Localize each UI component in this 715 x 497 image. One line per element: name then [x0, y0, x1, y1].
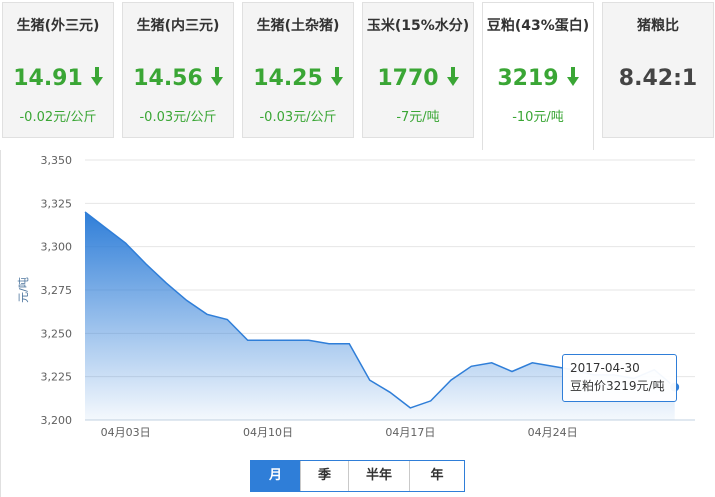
card-price: 14.25	[253, 66, 323, 91]
card-change: -0.03元/公斤	[259, 110, 337, 125]
card-soybean-meal[interactable]: 豆粕(43%蛋白) 3219 -10元/吨	[482, 2, 594, 150]
down-arrow-icon	[446, 67, 459, 86]
tooltip-value: 豆粕价3219元/吨	[570, 379, 665, 393]
y-tick-label: 3,300	[41, 241, 73, 254]
y-tick-label: 3,250	[41, 327, 73, 340]
range-tabs: 月 季 半年 年	[250, 460, 465, 492]
card-name: 生猪(土杂猪)	[256, 18, 340, 34]
card-change: -0.03元/公斤	[139, 110, 217, 125]
card-name: 玉米(15%水分)	[366, 18, 470, 34]
y-axis-labels: 3,350 3,325 3,300 3,275 3,250 3,225 3,200	[41, 154, 73, 427]
y-tick-label: 3,275	[41, 284, 73, 297]
card-name: 豆粕(43%蛋白)	[486, 18, 590, 34]
card-change: -0.02元/公斤	[19, 110, 97, 125]
card-price: 14.91	[13, 66, 83, 91]
y-tick-label: 3,225	[41, 371, 73, 384]
chart-tooltip: 2017-04-30 豆粕价3219元/吨	[562, 354, 677, 402]
x-tick-label: 04月17日	[385, 426, 435, 439]
y-axis-title: 元/吨	[17, 277, 30, 303]
down-arrow-icon	[90, 67, 103, 86]
card-pig-grain-ratio[interactable]: 猪粮比 8.42:1	[602, 2, 714, 138]
range-tab-quarter[interactable]: 季	[301, 461, 349, 491]
y-tick-label: 3,200	[41, 414, 73, 427]
range-tab-month[interactable]: 月	[251, 461, 301, 491]
down-arrow-icon	[330, 67, 343, 86]
card-ratio: 8.42:1	[618, 66, 698, 91]
card-change: -7元/吨	[396, 110, 440, 125]
tooltip-date: 2017-04-30	[570, 361, 640, 375]
card-name: 生猪(外三元)	[16, 18, 100, 34]
card-change: -10元/吨	[512, 110, 564, 125]
y-tick-label: 3,350	[41, 154, 73, 167]
card-pig-inner[interactable]: 生猪(内三元) 14.56 -0.03元/公斤	[122, 2, 234, 138]
x-tick-label: 04月03日	[101, 426, 151, 439]
card-price: 1770	[377, 66, 439, 91]
card-name: 生猪(内三元)	[136, 18, 220, 34]
price-chart: 3,350 3,325 3,300 3,275 3,250 3,225 3,200 04月0…	[17, 150, 695, 439]
range-tab-year[interactable]: 年	[410, 461, 464, 491]
down-arrow-icon	[566, 67, 579, 86]
card-pig-outer[interactable]: 生猪(外三元) 14.91 -0.02元/公斤	[2, 2, 114, 138]
card-corn[interactable]: 玉米(15%水分) 1770 -7元/吨	[362, 2, 474, 138]
x-tick-label: 04月10日	[243, 426, 293, 439]
x-axis-labels: 04月03日 04月10日 04月17日 04月24日	[101, 426, 578, 439]
y-tick-label: 3,325	[41, 197, 73, 210]
range-tab-half-year[interactable]: 半年	[349, 461, 410, 491]
down-arrow-icon	[210, 67, 223, 86]
card-price: 14.56	[133, 66, 203, 91]
x-tick-label: 04月24日	[528, 426, 578, 439]
price-cards: 生猪(外三元) 14.91 -0.02元/公斤 生猪(内三元) 14.56 -0…	[0, 0, 715, 150]
card-pig-local[interactable]: 生猪(土杂猪) 14.25 -0.03元/公斤	[242, 2, 354, 138]
card-price: 3219	[497, 66, 559, 91]
card-name: 猪粮比	[637, 18, 679, 34]
